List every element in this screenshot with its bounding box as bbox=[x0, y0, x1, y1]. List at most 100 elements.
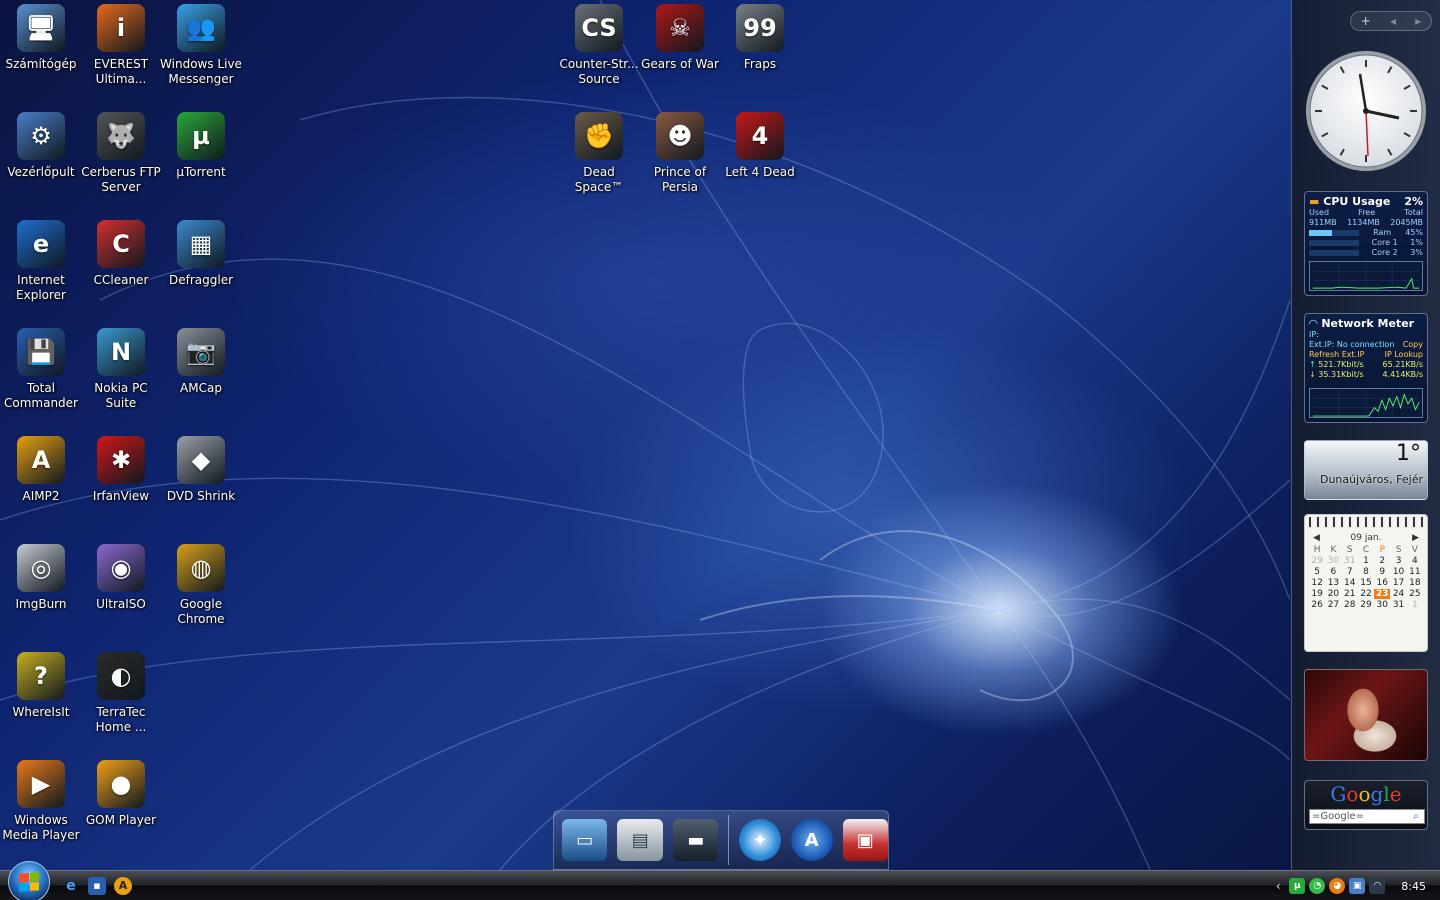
calendar-day[interactable]: 17 bbox=[1390, 578, 1406, 588]
desktop-icon-imgburn[interactable]: ◎ ImgBurn bbox=[0, 544, 82, 644]
aimp-quicklaunch-icon[interactable]: A bbox=[114, 877, 132, 895]
desktop-icon-prince-of-persia[interactable]: ☻ Prince of Persia bbox=[639, 112, 721, 212]
calendar-day[interactable]: 1 bbox=[1407, 600, 1423, 610]
core1-row: Core 1 1% bbox=[1305, 238, 1427, 248]
ultraiso-icon: ◉ bbox=[97, 544, 145, 592]
calendar-day[interactable]: 2 bbox=[1374, 556, 1390, 566]
monitor-dock-icon[interactable]: ▭ bbox=[562, 819, 608, 861]
desktop-icon-terratec[interactable]: ◐ TerraTec Home ... bbox=[80, 652, 162, 752]
desktop-icon-total-commander[interactable]: 💾 Total Commander bbox=[0, 328, 82, 428]
calendar-gadget[interactable]: ◀ 09 jan. ▶ H K S C P S V 29 30 31 1 2 3 4 5 6 7 8 9 10 11 12… bbox=[1304, 514, 1428, 652]
desktop-icon-defraggler[interactable]: ▦ Defraggler bbox=[160, 220, 242, 320]
calendar-day[interactable]: 31 bbox=[1342, 556, 1358, 566]
desktop-icon-dead-space[interactable]: ✊ Dead Space™ bbox=[558, 112, 640, 212]
chat-tray-icon[interactable]: ◔ bbox=[1309, 878, 1326, 894]
calendar-prev-button[interactable]: ◀ bbox=[1313, 533, 1320, 543]
start-button[interactable] bbox=[8, 861, 50, 900]
clock-time[interactable]: 8:45 bbox=[1401, 880, 1426, 893]
calendar-next-button[interactable]: ▶ bbox=[1412, 533, 1419, 543]
calendar-day[interactable]: 30 bbox=[1374, 600, 1390, 610]
utorrent-tray-icon[interactable]: µ bbox=[1289, 878, 1306, 894]
cpu-usage-gadget[interactable]: ▬ CPU Usage 2% Used Free Total 911MB 113… bbox=[1304, 191, 1428, 296]
desktop-icon-camera[interactable]: 📷 AMCap bbox=[160, 328, 242, 428]
calendar-day[interactable]: 7 bbox=[1342, 567, 1358, 577]
calendar-day[interactable]: 15 bbox=[1358, 578, 1374, 588]
prev-gadget-button[interactable]: ◂ bbox=[1390, 14, 1396, 28]
desktop-icon-everest[interactable]: i EVEREST Ultima... bbox=[80, 4, 162, 104]
clock-gadget[interactable] bbox=[1304, 48, 1428, 174]
calendar-day[interactable]: 31 bbox=[1390, 600, 1406, 610]
tray-expand-chevron[interactable]: ‹ bbox=[1271, 879, 1285, 893]
desktop-icon-counter-strike[interactable]: CS Counter-Str... Source bbox=[558, 4, 640, 104]
desktop-icon-gom-player[interactable]: ● GOM Player bbox=[80, 760, 162, 860]
ie-quicklaunch-icon[interactable]: e bbox=[62, 877, 80, 895]
calendar-day[interactable]: 1 bbox=[1358, 556, 1374, 566]
calendar-day[interactable]: 26 bbox=[1309, 600, 1325, 610]
calendar-day[interactable]: 30 bbox=[1325, 556, 1341, 566]
gears-of-war-icon: ☠ bbox=[656, 4, 704, 52]
desktop-icon-gears-of-war[interactable]: ☠ Gears of War bbox=[639, 4, 721, 104]
desktop-icon-left4dead[interactable]: 4 Left 4 Dead bbox=[719, 112, 801, 212]
display-dock-icon[interactable]: ▬ bbox=[672, 819, 719, 861]
calendar-day[interactable]: 13 bbox=[1325, 578, 1341, 588]
calendar-day[interactable]: 20 bbox=[1325, 589, 1341, 599]
desktop-icon-media-player[interactable]: ▶ Windows Media Player bbox=[0, 760, 82, 860]
desktop-icon-ie[interactable]: e Internet Explorer bbox=[0, 220, 82, 320]
desktop-icon-messenger[interactable]: 👥 Windows Live Messenger bbox=[160, 4, 242, 104]
desktop-icon-nokia[interactable]: N Nokia PC Suite bbox=[80, 328, 162, 428]
desktop-icon-whereisit[interactable]: ? WhereIsIt bbox=[0, 652, 82, 752]
search-icon[interactable]: ⌕ bbox=[1409, 810, 1423, 823]
next-gadget-button[interactable]: ▸ bbox=[1415, 14, 1421, 28]
calendar-day[interactable]: 25 bbox=[1407, 589, 1423, 599]
calendar-day[interactable]: 18 bbox=[1407, 578, 1423, 588]
desktop-icon-control-panel[interactable]: ⚙ Vezérlőpult bbox=[0, 112, 82, 212]
calendar-day[interactable]: 8 bbox=[1358, 567, 1374, 577]
desktop-icon-dvd-shrink[interactable]: ◆ DVD Shrink bbox=[160, 436, 242, 536]
calendar-day[interactable]: 9 bbox=[1374, 567, 1390, 577]
weather-gadget[interactable]: 1° Dunaújváros, Fejér bbox=[1304, 440, 1428, 500]
monitor-tray-icon[interactable]: ▣ bbox=[1349, 878, 1366, 894]
documents-dock-icon[interactable]: ▤ bbox=[617, 819, 663, 861]
firefox-tray-icon[interactable]: ◕ bbox=[1329, 878, 1346, 894]
copy-link[interactable]: Copy bbox=[1403, 340, 1423, 350]
windows-sidebar: + ◂ ▸ ▬ CPU Usage 2% Used Free Total 911… bbox=[1291, 0, 1440, 870]
calendar-day[interactable]: 11 bbox=[1407, 567, 1423, 577]
calendar-day[interactable]: 28 bbox=[1342, 600, 1358, 610]
desktop-icon-computer[interactable]: 🖥 Számítógép bbox=[0, 4, 82, 104]
desktop-icon-cerberus[interactable]: 🐺 Cerberus FTP Server bbox=[80, 112, 162, 212]
calendar-day[interactable]: 21 bbox=[1342, 589, 1358, 599]
desktop-icon-irfanview[interactable]: ✱ IrfanView bbox=[80, 436, 162, 536]
calendar-day[interactable]: 14 bbox=[1342, 578, 1358, 588]
calendar-day[interactable]: 19 bbox=[1309, 589, 1325, 599]
desktop-icon-chrome[interactable]: ◍ Google Chrome bbox=[160, 544, 242, 644]
slideshow-gadget[interactable] bbox=[1304, 669, 1428, 761]
ip-lookup-link[interactable]: IP Lookup bbox=[1385, 350, 1423, 360]
calendar-day[interactable]: 6 bbox=[1325, 567, 1341, 577]
calendar-day[interactable]: 24 bbox=[1390, 589, 1406, 599]
google-search-input[interactable]: =Google= ⌕ bbox=[1309, 809, 1425, 824]
calendar-day[interactable]: 12 bbox=[1309, 578, 1325, 588]
desktop-icon-fraps[interactable]: 99 Fraps bbox=[719, 4, 801, 104]
floppy-dock-icon[interactable]: ▣ bbox=[842, 819, 888, 861]
calendar-day[interactable]: 10 bbox=[1390, 567, 1406, 577]
add-gadget-button[interactable]: + bbox=[1361, 14, 1371, 28]
desktop-icon-ccleaner[interactable]: C CCleaner bbox=[80, 220, 162, 320]
calendar-day[interactable]: 27 bbox=[1325, 600, 1341, 610]
network-tray-icon[interactable]: ◠ bbox=[1369, 878, 1386, 894]
calendar-day[interactable]: 16 bbox=[1374, 578, 1390, 588]
refresh-ext-ip-link[interactable]: Refresh Ext.IP bbox=[1309, 350, 1364, 360]
calendar-day[interactable]: 3 bbox=[1390, 556, 1406, 566]
desktop-icon-ultraiso[interactable]: ◉ UltraISO bbox=[80, 544, 162, 644]
calendar-day[interactable]: 5 bbox=[1309, 567, 1325, 577]
calendar-day[interactable]: 29 bbox=[1309, 556, 1325, 566]
network-meter-gadget[interactable]: ◠ Network Meter IP: Ext.IP: No connectio… bbox=[1304, 313, 1428, 423]
appstore-dock-icon[interactable]: A bbox=[790, 819, 833, 861]
desktop-icon-utorrent[interactable]: µ µTorrent bbox=[160, 112, 242, 212]
calendar-day[interactable]: 4 bbox=[1407, 556, 1423, 566]
desktop-icon-aimp[interactable]: A AIMP2 bbox=[0, 436, 82, 536]
save-quicklaunch-icon[interactable]: ▪ bbox=[88, 877, 106, 895]
calendar-day[interactable]: 29 bbox=[1358, 600, 1374, 610]
safari-dock-icon[interactable]: ✦ bbox=[739, 819, 781, 861]
calendar-day[interactable]: 22 bbox=[1358, 589, 1374, 599]
calendar-day[interactable]: 23 bbox=[1374, 589, 1391, 599]
